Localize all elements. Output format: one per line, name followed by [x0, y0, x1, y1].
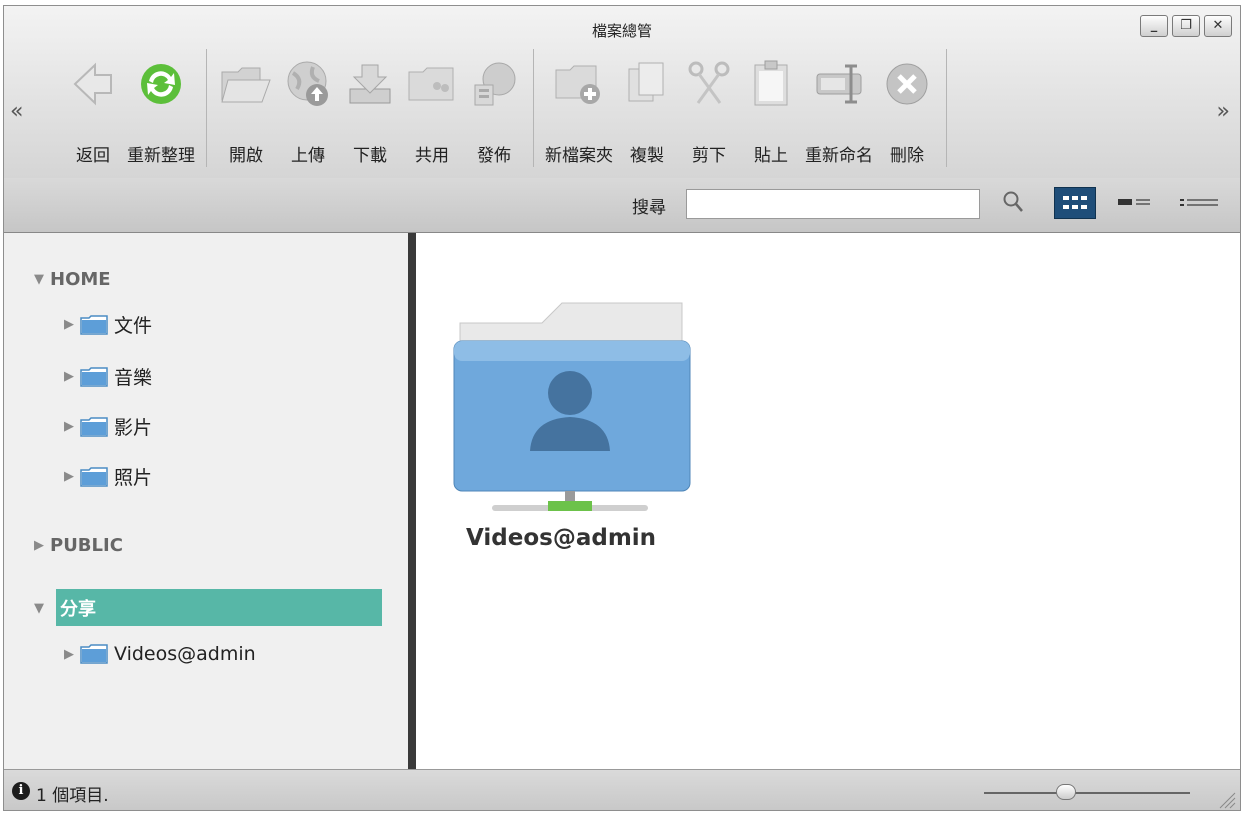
- share-button[interactable]: 共用: [401, 49, 463, 167]
- folder-icon: [80, 466, 108, 487]
- tree-node-photos[interactable]: ▶ 照片: [64, 463, 152, 490]
- upload-button[interactable]: 上傳: [277, 49, 339, 167]
- panel-splitter[interactable]: [408, 233, 416, 769]
- item-count-text: 1 個項目.: [36, 786, 109, 806]
- publish-button[interactable]: 發佈: [463, 49, 525, 167]
- toolbar-scroll-right-button[interactable]: »: [1217, 99, 1230, 124]
- folder-icon: [80, 416, 108, 437]
- tree-node-documents[interactable]: ▶ 文件: [64, 311, 152, 338]
- new-folder-button[interactable]: 新檔案夾: [542, 49, 616, 167]
- copy-icon: [619, 49, 675, 119]
- zoom-slider-track[interactable]: [984, 792, 1190, 794]
- info-icon: i: [12, 782, 30, 800]
- collapsed-triangle-icon[interactable]: ▶: [64, 469, 80, 484]
- selected-row-highlight: [56, 589, 382, 626]
- search-label: 搜尋: [632, 198, 666, 218]
- collapsed-triangle-icon[interactable]: ▶: [64, 369, 80, 384]
- collapsed-triangle-icon[interactable]: ▶: [64, 647, 80, 662]
- refresh-icon: [133, 49, 189, 119]
- collapsed-triangle-icon[interactable]: ▶: [64, 317, 80, 332]
- search-input[interactable]: [686, 189, 980, 219]
- collapsed-triangle-icon[interactable]: ▶: [34, 538, 50, 553]
- scissors-icon: [681, 49, 737, 119]
- paste-button[interactable]: 貼上: [740, 49, 802, 167]
- file-content-area: Videos@admin: [416, 233, 1240, 769]
- open-button[interactable]: 開啟: [215, 49, 277, 167]
- clipboard-icon: [743, 49, 799, 119]
- window-controls: _ ❐ ✕: [1140, 15, 1232, 37]
- window-title: 檔案總管: [591, 22, 652, 40]
- toolbar-scroll-left-button[interactable]: «: [10, 99, 23, 124]
- copy-button[interactable]: 複製: [616, 49, 678, 167]
- cut-button[interactable]: 剪下: [678, 49, 740, 167]
- file-manager-window: 檔案總管 _ ❐ ✕ « » 返回 重新整理 開啟 上傳 下載 共用 發佈 新檔…: [3, 5, 1241, 811]
- list-view-icon: [1180, 199, 1218, 206]
- tree-node-public[interactable]: ▶ PUBLIC: [34, 535, 123, 556]
- title-bar: 檔案總管 _ ❐ ✕ « » 返回 重新整理 開啟 上傳 下載 共用 發佈 新檔…: [4, 6, 1240, 179]
- folder-icon: [80, 366, 108, 387]
- toolbar-group-edit: 新檔案夾 複製 剪下 貼上 重新命名 刪除: [534, 49, 947, 167]
- folder-tree-panel: ▼ HOME ▶ 文件 ▶ 音樂 ▶ 影片 ▶ 照片 ▶ PUBLIC ▼ 分享…: [4, 233, 408, 769]
- search-bar: 搜尋: [4, 178, 1240, 233]
- tree-node-share[interactable]: ▼ 分享: [34, 595, 96, 621]
- toolbar-group-navigation: 返回 重新整理: [54, 49, 207, 167]
- expanded-triangle-icon[interactable]: ▼: [34, 272, 50, 287]
- zoom-slider-thumb[interactable]: [1056, 784, 1077, 800]
- close-icon[interactable]: ✕: [1204, 15, 1232, 37]
- tree-node-music[interactable]: ▶ 音樂: [64, 363, 152, 390]
- back-button[interactable]: 返回: [62, 49, 124, 167]
- minimize-icon[interactable]: _: [1140, 15, 1168, 37]
- publish-globe-icon: [466, 49, 522, 119]
- refresh-button[interactable]: 重新整理: [124, 49, 198, 167]
- tree-node-videos[interactable]: ▶ 影片: [64, 413, 152, 440]
- restore-icon[interactable]: ❐: [1172, 15, 1200, 37]
- collapsed-triangle-icon[interactable]: ▶: [64, 419, 80, 434]
- toolbar: 返回 重新整理 開啟 上傳 下載 共用 發佈 新檔案夾 複製 剪下 貼上 重新命…: [54, 49, 947, 167]
- delete-button[interactable]: 刪除: [876, 49, 938, 167]
- status-bar: i 1 個項目.: [4, 769, 1240, 810]
- expanded-triangle-icon[interactable]: ▼: [34, 601, 50, 616]
- resize-grip-icon[interactable]: [1216, 789, 1236, 809]
- search-icon[interactable]: [1002, 190, 1024, 218]
- tree-node-videos-admin[interactable]: ▶ Videos@admin: [64, 643, 256, 665]
- tree-node-home[interactable]: ▼ HOME: [34, 269, 111, 290]
- shared-folder-item[interactable]: [452, 283, 692, 513]
- download-tray-icon: [342, 49, 398, 119]
- rename-cursor-icon: [811, 49, 867, 119]
- detail-view-icon: [1118, 199, 1150, 205]
- shared-user-folder-icon: [453, 302, 691, 511]
- folder-icon: [80, 644, 108, 664]
- toolbar-group-file: 開啟 上傳 下載 共用 發佈: [207, 49, 534, 167]
- open-folder-icon: [218, 49, 274, 119]
- download-button[interactable]: 下載: [339, 49, 401, 167]
- upload-globe-icon: [280, 49, 336, 119]
- share-folder-icon: [404, 49, 460, 119]
- grid-view-button[interactable]: [1054, 187, 1096, 219]
- detail-view-button[interactable]: [1114, 187, 1156, 219]
- rename-button[interactable]: 重新命名: [802, 49, 876, 167]
- shared-folder-label: Videos@admin: [466, 525, 657, 551]
- new-folder-icon: [551, 49, 607, 119]
- delete-x-icon: [879, 49, 935, 119]
- list-view-button[interactable]: [1178, 187, 1220, 219]
- grid-view-icon: [1063, 196, 1087, 209]
- folder-icon: [80, 314, 108, 335]
- back-arrow-icon: [65, 49, 121, 119]
